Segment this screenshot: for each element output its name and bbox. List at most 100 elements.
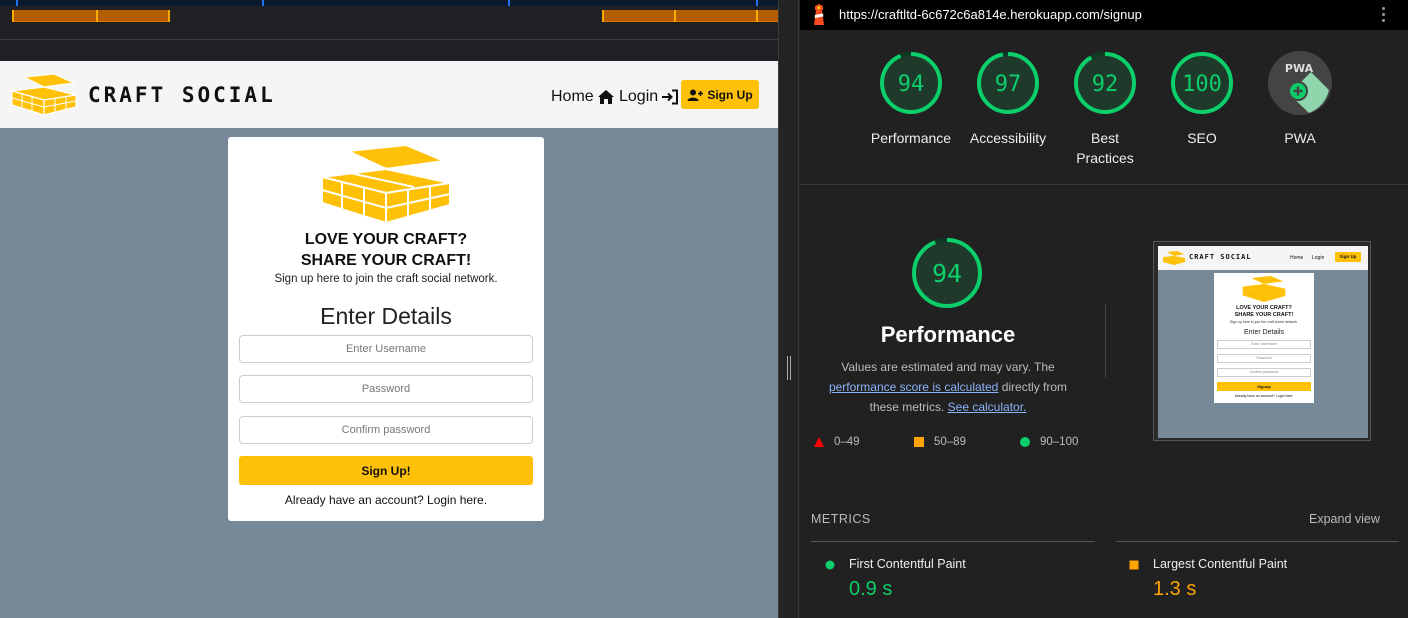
legend-range: 90–100 [1040, 436, 1079, 448]
score-value: 92 [1092, 72, 1119, 97]
thumbnail-headline: LOVE YOUR CRAFT? SHARE YOUR CRAFT! [1214, 305, 1314, 319]
headline-line-1: LOVE YOUR CRAFT? [304, 231, 468, 248]
timeline-frame-marker [756, 10, 758, 22]
gauge-best-practices[interactable]: 92 Best Practices [1055, 50, 1155, 168]
gauge-label: Best Practices [1076, 130, 1134, 166]
thumbnail-username: Enter Username [1217, 340, 1311, 349]
metrics-heading: METRICS [811, 512, 871, 526]
confirm-password-input[interactable] [239, 416, 533, 444]
password-input[interactable] [239, 375, 533, 403]
legend-average: 50–89 [914, 436, 966, 448]
thumbnail-submit: Signup [1217, 382, 1311, 391]
lighthouse-logo-icon [814, 4, 824, 25]
gauge-accessibility[interactable]: 97 Accessibility [958, 50, 1058, 148]
devtools-timeline [0, 0, 778, 40]
pane-divider[interactable] [778, 0, 799, 618]
resize-grip-icon[interactable] [787, 356, 791, 380]
thumbnail-logo-icon [1163, 251, 1185, 265]
vertical-divider [1105, 304, 1106, 378]
nav-home-link[interactable]: Home [551, 88, 615, 106]
final-screenshot-thumbnail[interactable]: CRAFT SOCIAL Home Login Sign Up LOVE YOU… [1153, 241, 1371, 441]
nav-signup-label: Sign Up [707, 87, 753, 102]
expand-view-toggle[interactable]: Expand view [1309, 512, 1380, 526]
navbar: CRAFT SOCIAL Home Login Sign Up [0, 61, 778, 128]
thumbnail-form-title: Enter Details [1243, 329, 1285, 336]
triangle-icon [814, 437, 824, 447]
gauge-pwa[interactable]: PWA PWA [1250, 50, 1350, 148]
devtools-gap [0, 41, 778, 61]
username-input[interactable] [239, 335, 533, 363]
score-calculated-link[interactable]: performance score is calculated [829, 380, 998, 394]
site-page: CRAFT SOCIAL Home Login Sign Up LOVE YOU… [0, 61, 778, 618]
description-text: these metrics. [869, 400, 945, 414]
card-headline: LOVE YOUR CRAFT? SHARE YOUR CRAFT! [228, 229, 544, 271]
legend-range: 0–49 [834, 436, 860, 448]
signup-submit-button[interactable]: Sign Up! [239, 456, 533, 485]
description-text: Values are estimated and may vary. The [841, 360, 1055, 374]
thumbnail-home: Home [1290, 255, 1304, 261]
score-ring: 94 [880, 52, 942, 114]
circle-icon [1020, 437, 1030, 447]
gauge-performance[interactable]: 94 Performance [861, 50, 961, 148]
browser-viewport: CRAFT SOCIAL Home Login Sign Up LOVE YOU… [0, 0, 778, 618]
timeline-tick [262, 0, 264, 6]
performance-description: Values are estimated and may vary. The p… [800, 357, 1096, 417]
more-options-icon[interactable] [1382, 7, 1386, 25]
metric-fcp-name: First Contentful Paint [849, 557, 966, 571]
thumbnail-card: LOVE YOUR CRAFT? SHARE YOUR CRAFT! Sign … [1214, 273, 1314, 403]
report-url: https://craftltd-6c672c6a814e.herokuapp.… [839, 7, 1142, 22]
see-calculator-link[interactable]: See calculator. [948, 400, 1027, 414]
gauge-label: SEO [1187, 130, 1217, 146]
pwa-badge-text: PWA [1285, 62, 1314, 75]
square-icon [1129, 560, 1139, 570]
performance-score-value: 94 [932, 259, 962, 288]
brick-logo-icon [321, 143, 451, 225]
headline-line-2: SHARE YOUR CRAFT! [300, 252, 472, 269]
thumbnail-headline-2: SHARE YOUR CRAFT! [1234, 312, 1294, 318]
score-value: 94 [898, 72, 925, 97]
score-ring: 100 [1171, 52, 1233, 114]
timeline-blue-track [0, 0, 778, 6]
nav-login-label: Login [619, 88, 659, 105]
thumbnail-password: Password [1217, 354, 1311, 363]
square-icon [914, 437, 924, 447]
timeline-frame-marker [96, 10, 98, 22]
gauge-label: Performance [870, 130, 952, 146]
score-ring: 97 [977, 52, 1039, 114]
user-plus-icon [687, 89, 704, 101]
nav-login-link[interactable]: Login [619, 88, 679, 106]
description-text: directly from [1001, 380, 1068, 394]
timeline-frame-marker [674, 10, 676, 22]
lighthouse-report: https://craftltd-6c672c6a814e.herokuapp.… [800, 0, 1408, 618]
sign-in-icon [662, 89, 679, 105]
circle-icon [825, 560, 835, 570]
nav-home-label: Home [551, 88, 594, 105]
metric-lcp-value: 1.3 s [1153, 578, 1197, 600]
nav-signup-button[interactable]: Sign Up [681, 80, 759, 109]
card-subline: Sign up here to join the craft social ne… [274, 273, 498, 285]
legend-fail: 0–49 [814, 436, 860, 448]
performance-score-ring: 94 [912, 238, 982, 308]
signup-card: LOVE YOUR CRAFT? SHARE YOUR CRAFT! Sign … [228, 137, 544, 521]
gauge-seo[interactable]: 100 SEO [1152, 50, 1252, 148]
legend-pass: 90–100 [1020, 436, 1078, 448]
section-divider [800, 184, 1408, 185]
thumbnail-login: Login [1312, 255, 1325, 261]
home-icon [597, 90, 614, 104]
timeline-frames-segment [602, 10, 778, 22]
metric-fcp-value: 0.9 s [849, 578, 893, 600]
brand-name[interactable]: CRAFT SOCIAL [88, 83, 276, 107]
timeline-tick [16, 0, 18, 6]
thumbnail-navbar: CRAFT SOCIAL Home Login Sign Up [1158, 246, 1368, 270]
thumbnail-brick-icon [1242, 276, 1286, 302]
form-title: Enter Details [320, 303, 452, 329]
timeline-frames-segment [12, 10, 170, 22]
thumbnail-signup: Sign Up [1335, 252, 1361, 262]
report-url-bar: https://craftltd-6c672c6a814e.herokuapp.… [800, 0, 1408, 30]
brick-logo-icon[interactable] [10, 73, 78, 117]
thumbnail-brand: CRAFT SOCIAL [1189, 253, 1252, 261]
metric-lcp-name: Largest Contentful Paint [1153, 557, 1288, 571]
login-prompt-link[interactable]: Already have an account? Login here. [228, 493, 544, 507]
timeline-frame-marker [168, 10, 170, 22]
timeline-tick [508, 0, 510, 6]
